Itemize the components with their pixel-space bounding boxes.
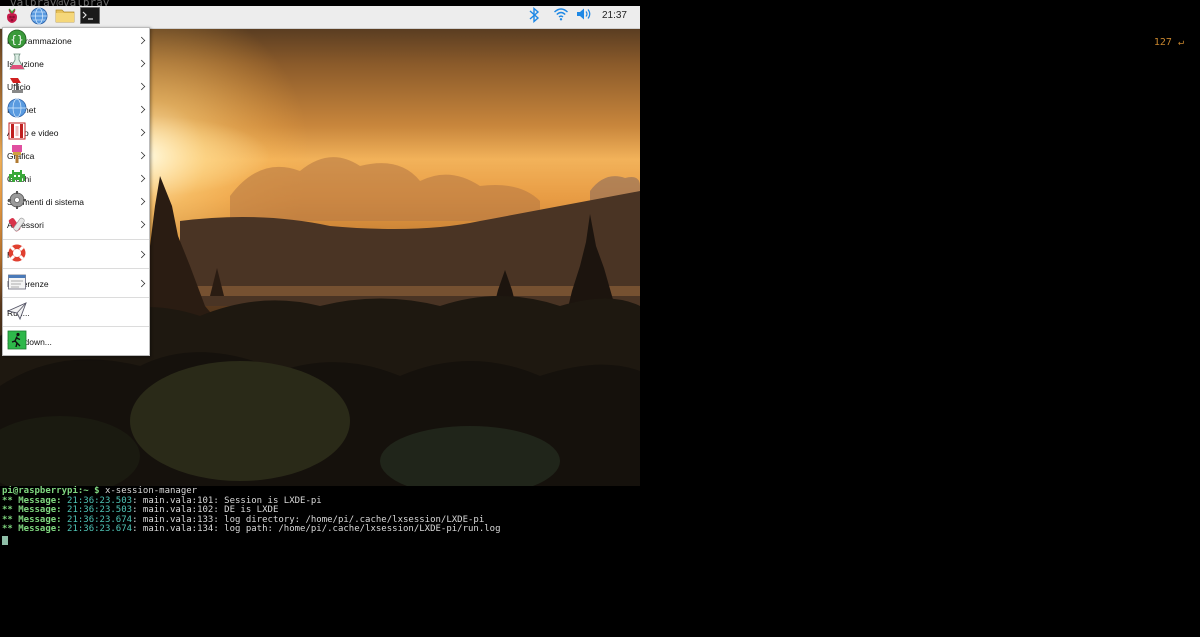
menu-item-run[interactable]: Run... [3,301,149,324]
message-tag: ** Message: [2,505,62,516]
web-browser-button[interactable] [30,7,52,27]
message-tag: ** Message: [2,514,62,525]
message-tag: ** Message: [2,495,62,506]
file-manager-button[interactable] [55,7,77,27]
menu-item-preferenze[interactable]: Preferenze [3,272,149,295]
submenu-arrow-icon [137,82,146,91]
application-menu: {} Programmazione Istruzione Ufficio Aud… [2,27,150,356]
file-manager-icon [55,9,75,23]
menu-separator [3,297,149,298]
submenu-arrow-icon [137,279,146,288]
menu-item-giochi[interactable]: Giochi [3,167,149,190]
wifi-button[interactable] [553,7,575,27]
menu-item-audio-e-video[interactable]: Audio e video [3,121,149,144]
graphics-icon [12,145,22,163]
help-icon [8,244,26,262]
submenu-arrow-icon [137,128,146,137]
menu-item-grafica[interactable]: Grafica [3,144,149,167]
message-text: : main.vala:134: log path: /home/pi/.cac… [132,524,501,535]
volume-button[interactable] [576,7,598,27]
preferences-icon [8,274,26,290]
submenu-arrow-icon [137,250,146,259]
message-time: 21:36:23.503 [61,505,133,516]
message-text: : main.vala:133: log directory: /home/pi… [132,514,485,525]
svg-text:{}: {} [10,33,23,46]
volume-icon [577,8,591,20]
menu-separator [3,326,149,327]
menu-item-ufficio[interactable]: Ufficio [3,75,149,98]
menu-separator [3,268,149,269]
system-tools-icon [8,191,26,209]
terminal-prompt: pi@raspberrypi:~ $ [2,486,100,496]
raspberry-menu-icon [7,8,17,23]
submenu-arrow-icon [137,59,146,68]
submenu-arrow-icon [137,151,146,160]
menu-item-strumenti-di-sistema[interactable]: Strumenti di sistema [3,190,149,213]
education-icon [9,53,25,70]
submenu-arrow-icon [137,105,146,114]
internet-icon [7,98,27,118]
terminal-line-count: 127 ↵ [1153,37,1184,48]
menu-item-shutdown[interactable]: Shutdown... [3,330,149,353]
raspberry-menu-button[interactable] [4,7,26,27]
submenu-arrow-icon [137,220,146,229]
desktop[interactable]: 21:37 {} Programmazione Istruzione Uffic… [0,6,640,486]
shutdown-icon [7,330,27,350]
submenu-arrow-icon [137,36,146,45]
menu-item-programmazione[interactable]: {} Programmazione [3,29,149,52]
taskbar: 21:37 [0,6,640,29]
menu-item-internet[interactable]: Internet [3,98,149,121]
submenu-arrow-icon [137,197,146,206]
terminal-button[interactable] [80,7,102,27]
menu-item-label: Run... [7,308,149,318]
web-browser-icon [30,7,48,25]
menu-item-help[interactable]: Help [3,243,149,266]
programming-icon: {} [7,29,27,49]
terminal-command: x-session-manager [99,486,198,496]
audio-video-icon [8,122,26,140]
menu-item-accessori[interactable]: Accessori [3,213,149,236]
message-tag: ** Message: [2,524,62,535]
message-text: : main.vala:102: DE is LXDE [132,505,279,516]
accessories-icon [8,217,25,232]
message-time: 21:36:23.503 [61,495,133,506]
taskbar-clock[interactable]: 21:37 [602,10,627,21]
message-text: : main.vala:101: Session is LXDE-pi [132,495,322,506]
submenu-arrow-icon [137,174,146,183]
menu-separator [3,239,149,240]
terminal-message-line: ** Message: 21:36:23.674: main.vala:134:… [2,525,501,535]
wifi-icon [554,8,568,21]
terminal-output[interactable]: pi@raspberrypi:~ $ x-session-manager ** … [2,486,501,545]
games-icon [9,170,25,182]
message-time: 21:36:23.674 [61,514,133,525]
office-icon [10,78,23,93]
menu-item-istruzione[interactable]: Istruzione [3,52,149,75]
terminal-icon [80,7,100,24]
run-icon [7,302,27,321]
bluetooth-button[interactable] [528,7,550,27]
bluetooth-icon [529,7,540,23]
terminal-cursor [2,535,8,545]
menu-item-label: Shutdown... [7,336,52,347]
message-time: 21:36:23.674 [61,524,133,535]
